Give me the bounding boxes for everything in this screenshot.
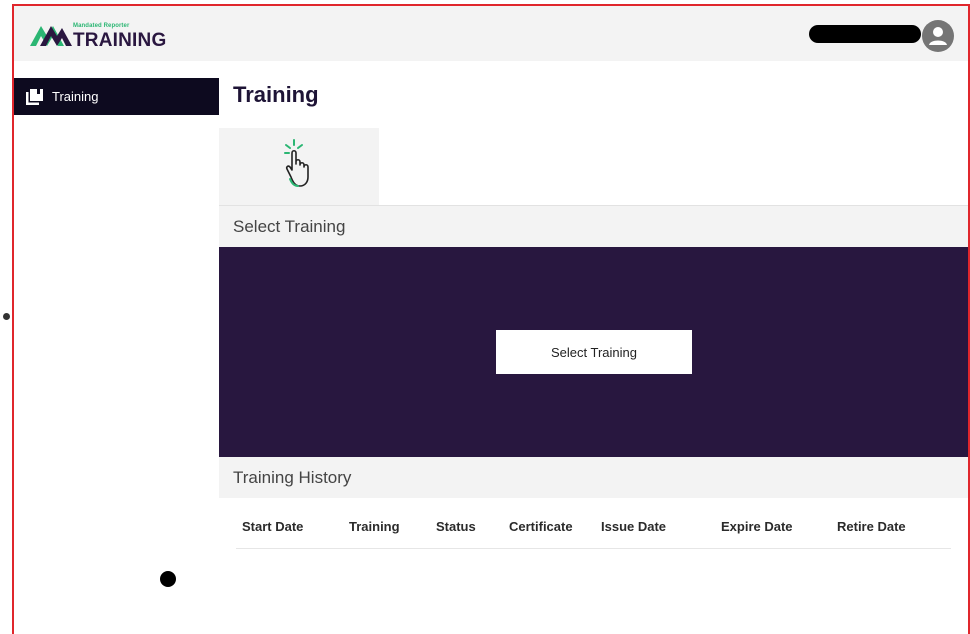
user-avatar-icon[interactable]	[922, 20, 954, 52]
brand-logo[interactable]: Mandated Reporter TRAINING	[30, 20, 170, 51]
top-header: Mandated Reporter TRAINING	[14, 6, 968, 61]
select-training-button[interactable]: Select Training	[496, 330, 692, 374]
column-header-certificate[interactable]: Certificate	[509, 519, 573, 534]
select-training-section-header: Select Training	[219, 206, 968, 247]
section-title: Training History	[233, 468, 352, 487]
history-table-header: Start Date Training Status Certificate I…	[236, 519, 951, 549]
section-title: Select Training	[233, 217, 346, 236]
sidebar-item-label: Training	[52, 89, 99, 104]
sidebar: Training	[14, 61, 219, 634]
column-header-expire-date[interactable]: Expire Date	[721, 519, 793, 534]
tap-hand-icon	[281, 136, 319, 197]
page-title: Training	[233, 82, 319, 107]
column-header-start-date[interactable]: Start Date	[242, 519, 303, 534]
select-training-panel: Select Training	[219, 247, 968, 457]
logo-title: TRAINING	[73, 30, 167, 51]
book-stack-icon	[26, 89, 43, 110]
stray-dot	[160, 571, 176, 587]
column-header-retire-date[interactable]: Retire Date	[837, 519, 906, 534]
column-header-status[interactable]: Status	[436, 519, 476, 534]
training-history-section-header: Training History	[219, 457, 968, 498]
logo-subtitle: Mandated Reporter	[73, 23, 130, 29]
column-header-training[interactable]: Training	[349, 519, 400, 534]
app-frame: Mandated Reporter TRAINING Training Trai…	[12, 4, 970, 634]
training-tile[interactable]	[219, 128, 379, 205]
stray-dot	[3, 313, 10, 320]
column-header-issue-date[interactable]: Issue Date	[601, 519, 666, 534]
logo-mark-icon	[30, 26, 72, 46]
main-content: Training Select Training Select Training…	[219, 61, 968, 634]
sidebar-item-training[interactable]: Training	[14, 78, 219, 115]
username-redacted[interactable]	[809, 25, 921, 43]
